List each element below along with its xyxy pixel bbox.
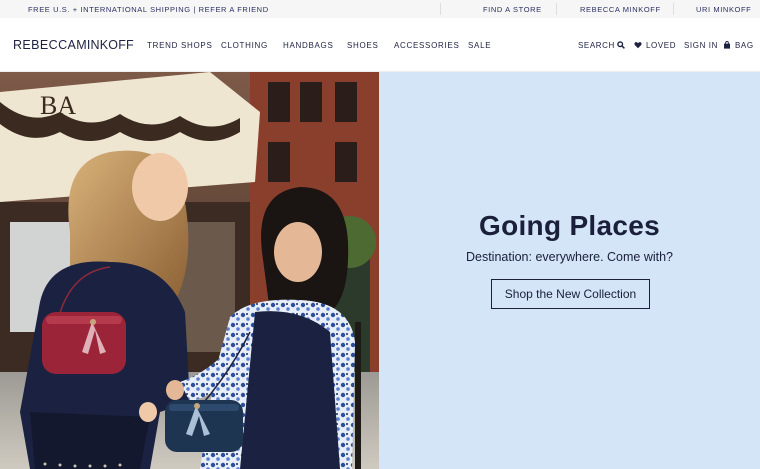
nav-trend-shops[interactable]: TREND SHOPS — [147, 41, 213, 50]
bag-link[interactable]: BAG — [735, 41, 754, 50]
hero-title: Going Places — [479, 210, 660, 241]
divider — [440, 3, 441, 15]
nav-shoes[interactable]: SHOES — [347, 41, 379, 50]
nav-sale[interactable]: SALE — [468, 41, 491, 50]
nav-clothing[interactable]: CLOTHING — [221, 41, 268, 50]
awning-text: BA — [40, 91, 76, 120]
sign-in-link[interactable]: SIGN IN — [684, 41, 718, 50]
divider — [556, 3, 557, 15]
find-store-link[interactable]: FIND A STORE — [483, 5, 542, 14]
nav-accessories[interactable]: ACCESSORIES — [394, 41, 460, 50]
heart-icon[interactable] — [634, 41, 642, 49]
hero-image: BA — [0, 72, 379, 469]
search-link[interactable]: SEARCH — [578, 41, 615, 50]
promo-text: FREE U.S. + INTERNATIONAL SHIPPING | REF… — [28, 5, 269, 14]
hero-subtitle: Destination: everywhere. Come with? — [465, 250, 674, 264]
logo-part-minkoff: MINKOFF — [76, 38, 134, 52]
bag-icon[interactable] — [723, 41, 731, 49]
brand-logo[interactable]: REBECCAMINKOFF — [13, 38, 134, 52]
shop-new-collection-button[interactable]: Shop the New Collection — [491, 279, 650, 309]
utility-bar: FREE U.S. + INTERNATIONAL SHIPPING | REF… — [0, 0, 760, 18]
nav-handbags[interactable]: HANDBAGS — [283, 41, 334, 50]
loved-link[interactable]: LOVED — [646, 41, 676, 50]
logo-part-rebecca: REBECCA — [13, 38, 77, 52]
uri-minkoff-link[interactable]: URI MINKOFF — [696, 5, 751, 14]
shipping-promo-link[interactable]: FREE U.S. + INTERNATIONAL SHIPPING — [28, 5, 191, 14]
refer-friend-link[interactable]: REFER A FRIEND — [199, 5, 269, 14]
main-header: REBECCAMINKOFF TREND SHOPS CLOTHING HAND… — [0, 18, 760, 72]
divider — [673, 3, 674, 15]
search-icon[interactable] — [617, 41, 625, 49]
rebecca-minkoff-link[interactable]: REBECCA MINKOFF — [580, 5, 661, 14]
hero-panel: Going Places Destination: everywhere. Co… — [379, 72, 760, 469]
hero-photo-illustration: BA — [0, 72, 379, 469]
promo-divider: | — [190, 5, 199, 14]
